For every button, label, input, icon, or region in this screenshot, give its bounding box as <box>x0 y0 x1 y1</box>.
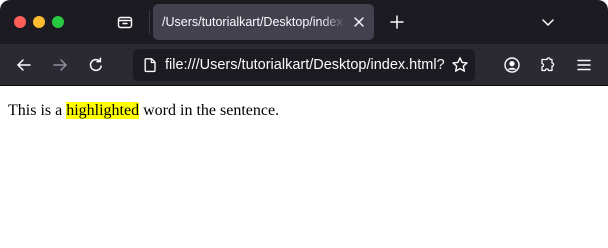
window-minimize-button[interactable] <box>33 16 45 28</box>
star-icon <box>451 56 469 74</box>
window-maximize-button[interactable] <box>52 16 64 28</box>
back-button[interactable] <box>10 51 38 79</box>
plus-icon <box>389 14 405 30</box>
tab-manager-button[interactable] <box>112 9 138 35</box>
tab-strip-separator <box>149 10 150 34</box>
account-button[interactable] <box>498 51 526 79</box>
tab-strip: /Users/tutorialkart/Desktop/index.html <box>0 0 608 44</box>
new-tab-button[interactable] <box>385 9 409 35</box>
tab-close-button[interactable] <box>350 13 368 31</box>
app-menu-button[interactable] <box>570 51 598 79</box>
url-bar[interactable]: file:///Users/tutorialkart/Desktop/index… <box>133 49 475 81</box>
bookmark-star-button[interactable] <box>450 55 470 75</box>
close-icon <box>353 16 365 28</box>
browser-window: /Users/tutorialkart/Desktop/index.html <box>0 0 608 248</box>
tab-manager-icon <box>116 13 134 31</box>
tab-title: /Users/tutorialkart/Desktop/index.html <box>162 15 346 29</box>
sentence-end: word in the sentence. <box>139 102 280 119</box>
tab-active[interactable]: /Users/tutorialkart/Desktop/index.html <box>153 4 374 40</box>
highlighted-word: highlighted <box>66 102 140 119</box>
extensions-button[interactable] <box>534 51 562 79</box>
forward-button[interactable] <box>46 51 74 79</box>
chevron-down-icon <box>540 14 556 30</box>
sentence-paragraph: This is a highlighted word in the senten… <box>8 101 279 120</box>
url-text[interactable]: file:///Users/tutorialkart/Desktop/index… <box>165 49 447 81</box>
account-icon <box>503 56 521 74</box>
reload-icon <box>87 56 105 74</box>
navigation-toolbar: file:///Users/tutorialkart/Desktop/index… <box>0 44 608 86</box>
sentence-start: This is a <box>8 102 67 119</box>
back-arrow-icon <box>15 56 33 74</box>
forward-arrow-icon <box>51 56 69 74</box>
window-close-button[interactable] <box>14 16 26 28</box>
hamburger-menu-icon <box>575 56 593 74</box>
page-content: This is a highlighted word in the senten… <box>0 86 608 248</box>
extensions-icon <box>539 56 557 74</box>
page-icon <box>141 56 159 74</box>
list-all-tabs-button[interactable] <box>536 9 560 35</box>
reload-button[interactable] <box>82 51 110 79</box>
